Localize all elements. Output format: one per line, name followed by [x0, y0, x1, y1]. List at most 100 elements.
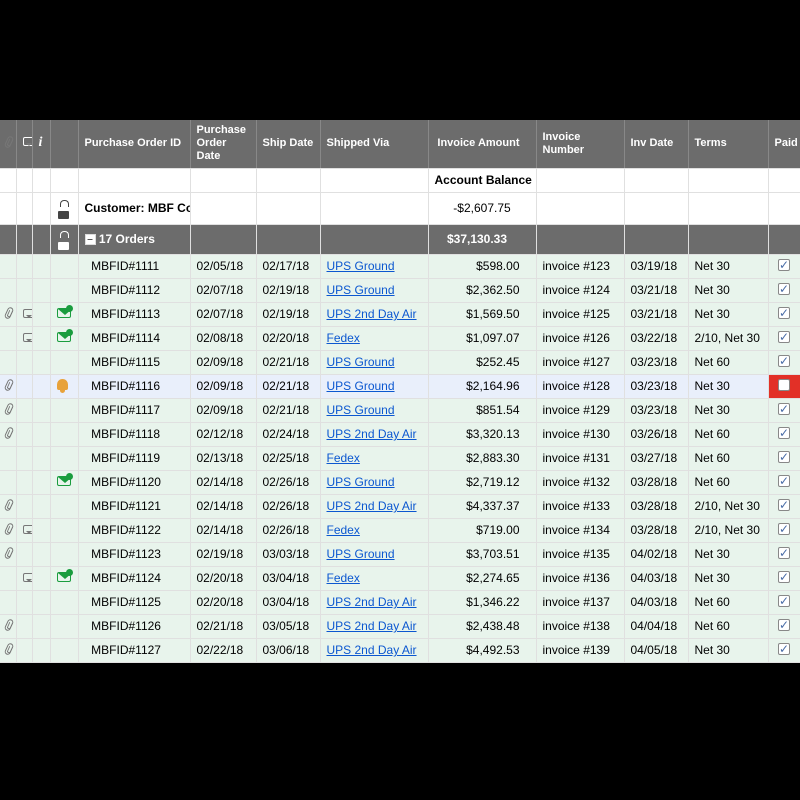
- flag-cell[interactable]: [50, 518, 78, 542]
- paid-checkbox[interactable]: [778, 547, 790, 559]
- attach-cell[interactable]: [0, 254, 16, 278]
- shipped-via-link[interactable]: UPS Ground: [327, 379, 395, 393]
- flag-cell[interactable]: [50, 590, 78, 614]
- table-row[interactable]: MBFID#111202/07/1802/19/18UPS Ground$2,3…: [0, 278, 800, 302]
- attach-cell[interactable]: [0, 566, 16, 590]
- paid-checkbox[interactable]: [778, 451, 790, 463]
- shipped-via-link[interactable]: UPS 2nd Day Air: [327, 307, 417, 321]
- table-row[interactable]: MBFID#112602/21/1803/05/18UPS 2nd Day Ai…: [0, 614, 800, 638]
- shipped-via-cell[interactable]: UPS Ground: [320, 350, 428, 374]
- paid-checkbox[interactable]: [778, 355, 790, 367]
- attach-cell[interactable]: [0, 350, 16, 374]
- invoice-number-header[interactable]: Invoice Number: [536, 120, 624, 168]
- comment-cell[interactable]: [16, 278, 32, 302]
- comment-cell[interactable]: [16, 518, 32, 542]
- po-id-header[interactable]: Purchase Order ID: [78, 120, 190, 168]
- paid-cell[interactable]: [768, 614, 800, 638]
- paid-checkbox[interactable]: [778, 475, 790, 487]
- attach-cell[interactable]: [0, 374, 16, 398]
- shipped-via-cell[interactable]: UPS 2nd Day Air: [320, 422, 428, 446]
- flag-cell[interactable]: [50, 326, 78, 350]
- paid-checkbox[interactable]: [778, 523, 790, 535]
- table-row[interactable]: MBFID#112302/19/1803/03/18UPS Ground$3,7…: [0, 542, 800, 566]
- paid-cell[interactable]: [768, 638, 800, 662]
- info-cell[interactable]: [32, 446, 50, 470]
- flag-cell[interactable]: [50, 350, 78, 374]
- comment-cell[interactable]: [16, 422, 32, 446]
- attachment-header[interactable]: [0, 120, 16, 168]
- attach-cell[interactable]: [0, 302, 16, 326]
- flag-cell[interactable]: [50, 278, 78, 302]
- info-cell[interactable]: [32, 470, 50, 494]
- attach-cell[interactable]: [0, 278, 16, 302]
- flag-cell[interactable]: [50, 566, 78, 590]
- comment-cell[interactable]: [16, 566, 32, 590]
- table-row[interactable]: MBFID#112202/14/1802/26/18Fedex$719.00in…: [0, 518, 800, 542]
- paid-cell[interactable]: [768, 470, 800, 494]
- attach-cell[interactable]: [0, 446, 16, 470]
- terms-header[interactable]: Terms: [688, 120, 768, 168]
- table-row[interactable]: MBFID#112402/20/1803/04/18Fedex$2,274.65…: [0, 566, 800, 590]
- shipped-via-link[interactable]: Fedex: [327, 451, 360, 465]
- table-row[interactable]: MBFID#112702/22/1803/06/18UPS 2nd Day Ai…: [0, 638, 800, 662]
- paid-checkbox[interactable]: [778, 499, 790, 511]
- flag-cell[interactable]: [50, 302, 78, 326]
- paid-cell[interactable]: [768, 566, 800, 590]
- shipped-via-cell[interactable]: UPS Ground: [320, 278, 428, 302]
- paid-checkbox[interactable]: [778, 283, 790, 295]
- shipped-via-cell[interactable]: UPS 2nd Day Air: [320, 638, 428, 662]
- shipped-via-link[interactable]: UPS Ground: [327, 475, 395, 489]
- shipped-via-cell[interactable]: UPS 2nd Day Air: [320, 590, 428, 614]
- shipped-via-cell[interactable]: UPS Ground: [320, 374, 428, 398]
- flag-cell[interactable]: [50, 494, 78, 518]
- attach-cell[interactable]: [0, 326, 16, 350]
- paid-cell[interactable]: [768, 350, 800, 374]
- attach-cell[interactable]: [0, 542, 16, 566]
- table-row[interactable]: MBFID#111502/09/1802/21/18UPS Ground$252…: [0, 350, 800, 374]
- paid-checkbox[interactable]: [778, 259, 790, 271]
- info-cell[interactable]: [32, 278, 50, 302]
- comment-cell[interactable]: [16, 470, 32, 494]
- comment-cell[interactable]: [16, 638, 32, 662]
- flag-cell[interactable]: [50, 614, 78, 638]
- paid-checkbox[interactable]: [778, 331, 790, 343]
- flag-cell[interactable]: [50, 446, 78, 470]
- comment-cell[interactable]: [16, 254, 32, 278]
- shipped-via-cell[interactable]: UPS Ground: [320, 254, 428, 278]
- info-cell[interactable]: [32, 398, 50, 422]
- info-cell[interactable]: [32, 614, 50, 638]
- paid-checkbox[interactable]: [778, 307, 790, 319]
- shipped-via-cell[interactable]: Fedex: [320, 566, 428, 590]
- paid-cell[interactable]: [768, 254, 800, 278]
- paid-cell[interactable]: [768, 326, 800, 350]
- flag-cell[interactable]: [50, 422, 78, 446]
- table-row[interactable]: MBFID#112102/14/1802/26/18UPS 2nd Day Ai…: [0, 494, 800, 518]
- info-cell[interactable]: [32, 254, 50, 278]
- attach-cell[interactable]: [0, 470, 16, 494]
- shipped-via-cell[interactable]: UPS Ground: [320, 542, 428, 566]
- comment-cell[interactable]: [16, 542, 32, 566]
- attach-cell[interactable]: [0, 494, 16, 518]
- shipped-via-header[interactable]: Shipped Via: [320, 120, 428, 168]
- shipped-via-cell[interactable]: Fedex: [320, 518, 428, 542]
- comment-cell[interactable]: [16, 326, 32, 350]
- paid-cell[interactable]: [768, 542, 800, 566]
- comment-cell[interactable]: [16, 398, 32, 422]
- shipped-via-cell[interactable]: Fedex: [320, 446, 428, 470]
- paid-checkbox[interactable]: [778, 403, 790, 415]
- info-cell[interactable]: [32, 350, 50, 374]
- shipped-via-link[interactable]: UPS 2nd Day Air: [327, 427, 417, 441]
- collapse-icon[interactable]: –: [85, 234, 96, 245]
- info-cell[interactable]: [32, 590, 50, 614]
- invoice-amount-header[interactable]: Invoice Amount: [428, 120, 536, 168]
- attach-cell[interactable]: [0, 590, 16, 614]
- table-row[interactable]: MBFID#111902/13/1802/25/18Fedex$2,883.30…: [0, 446, 800, 470]
- orders-summary-row[interactable]: – 17 Orders $37,130.33: [0, 224, 800, 254]
- comment-cell[interactable]: [16, 374, 32, 398]
- shipped-via-cell[interactable]: UPS 2nd Day Air: [320, 494, 428, 518]
- shipped-via-link[interactable]: UPS 2nd Day Air: [327, 643, 417, 657]
- flag-cell[interactable]: [50, 470, 78, 494]
- shipped-via-link[interactable]: UPS 2nd Day Air: [327, 499, 417, 513]
- table-row[interactable]: MBFID#112002/14/1802/26/18UPS Ground$2,7…: [0, 470, 800, 494]
- table-row[interactable]: MBFID#111302/07/1802/19/18UPS 2nd Day Ai…: [0, 302, 800, 326]
